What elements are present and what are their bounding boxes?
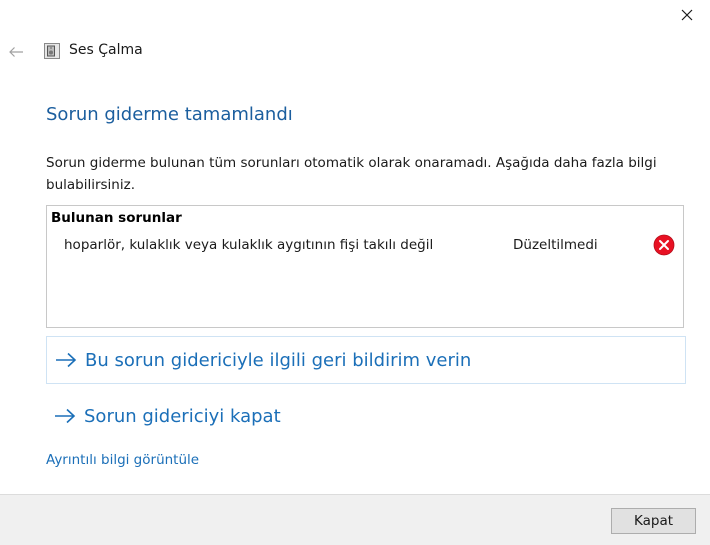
window-close-button[interactable] [664,0,710,30]
problems-found-box: Bulunan sorunlar hoparlör, kulaklık veya… [46,205,684,328]
close-button[interactable]: Kapat [611,508,696,534]
close-troubleshooter-label: Sorun gidericiyi kapat [84,405,281,427]
feedback-link-label: Bu sorun gidericiyle ilgili geri bildiri… [85,349,472,371]
feedback-link[interactable]: Bu sorun gidericiyle ilgili geri bildiri… [46,336,686,384]
footer-bar: Kapat [0,494,710,545]
speaker-app-icon [44,43,60,59]
problem-row[interactable]: hoparlör, kulaklık veya kulaklık aygıtın… [47,234,683,260]
arrow-right-icon [55,408,76,424]
window-title: Ses Çalma [69,42,143,58]
arrow-right-icon [56,352,77,368]
result-description: Sorun giderme bulunan tüm sorunları otom… [46,155,657,193]
close-troubleshooter-link[interactable]: Sorun gidericiyi kapat [46,396,281,436]
problem-status: Düzeltilmedi [513,237,598,253]
back-arrow-icon [9,47,23,57]
back-button[interactable] [0,38,32,66]
page-heading: Sorun giderme tamamlandı [46,104,293,125]
error-icon [653,234,675,256]
view-details-link[interactable]: Ayrıntılı bilgi görüntüle [46,452,199,468]
problems-header: Bulunan sorunlar [51,210,182,226]
problem-description: hoparlör, kulaklık veya kulaklık aygıtın… [64,237,434,253]
close-icon [681,9,693,21]
